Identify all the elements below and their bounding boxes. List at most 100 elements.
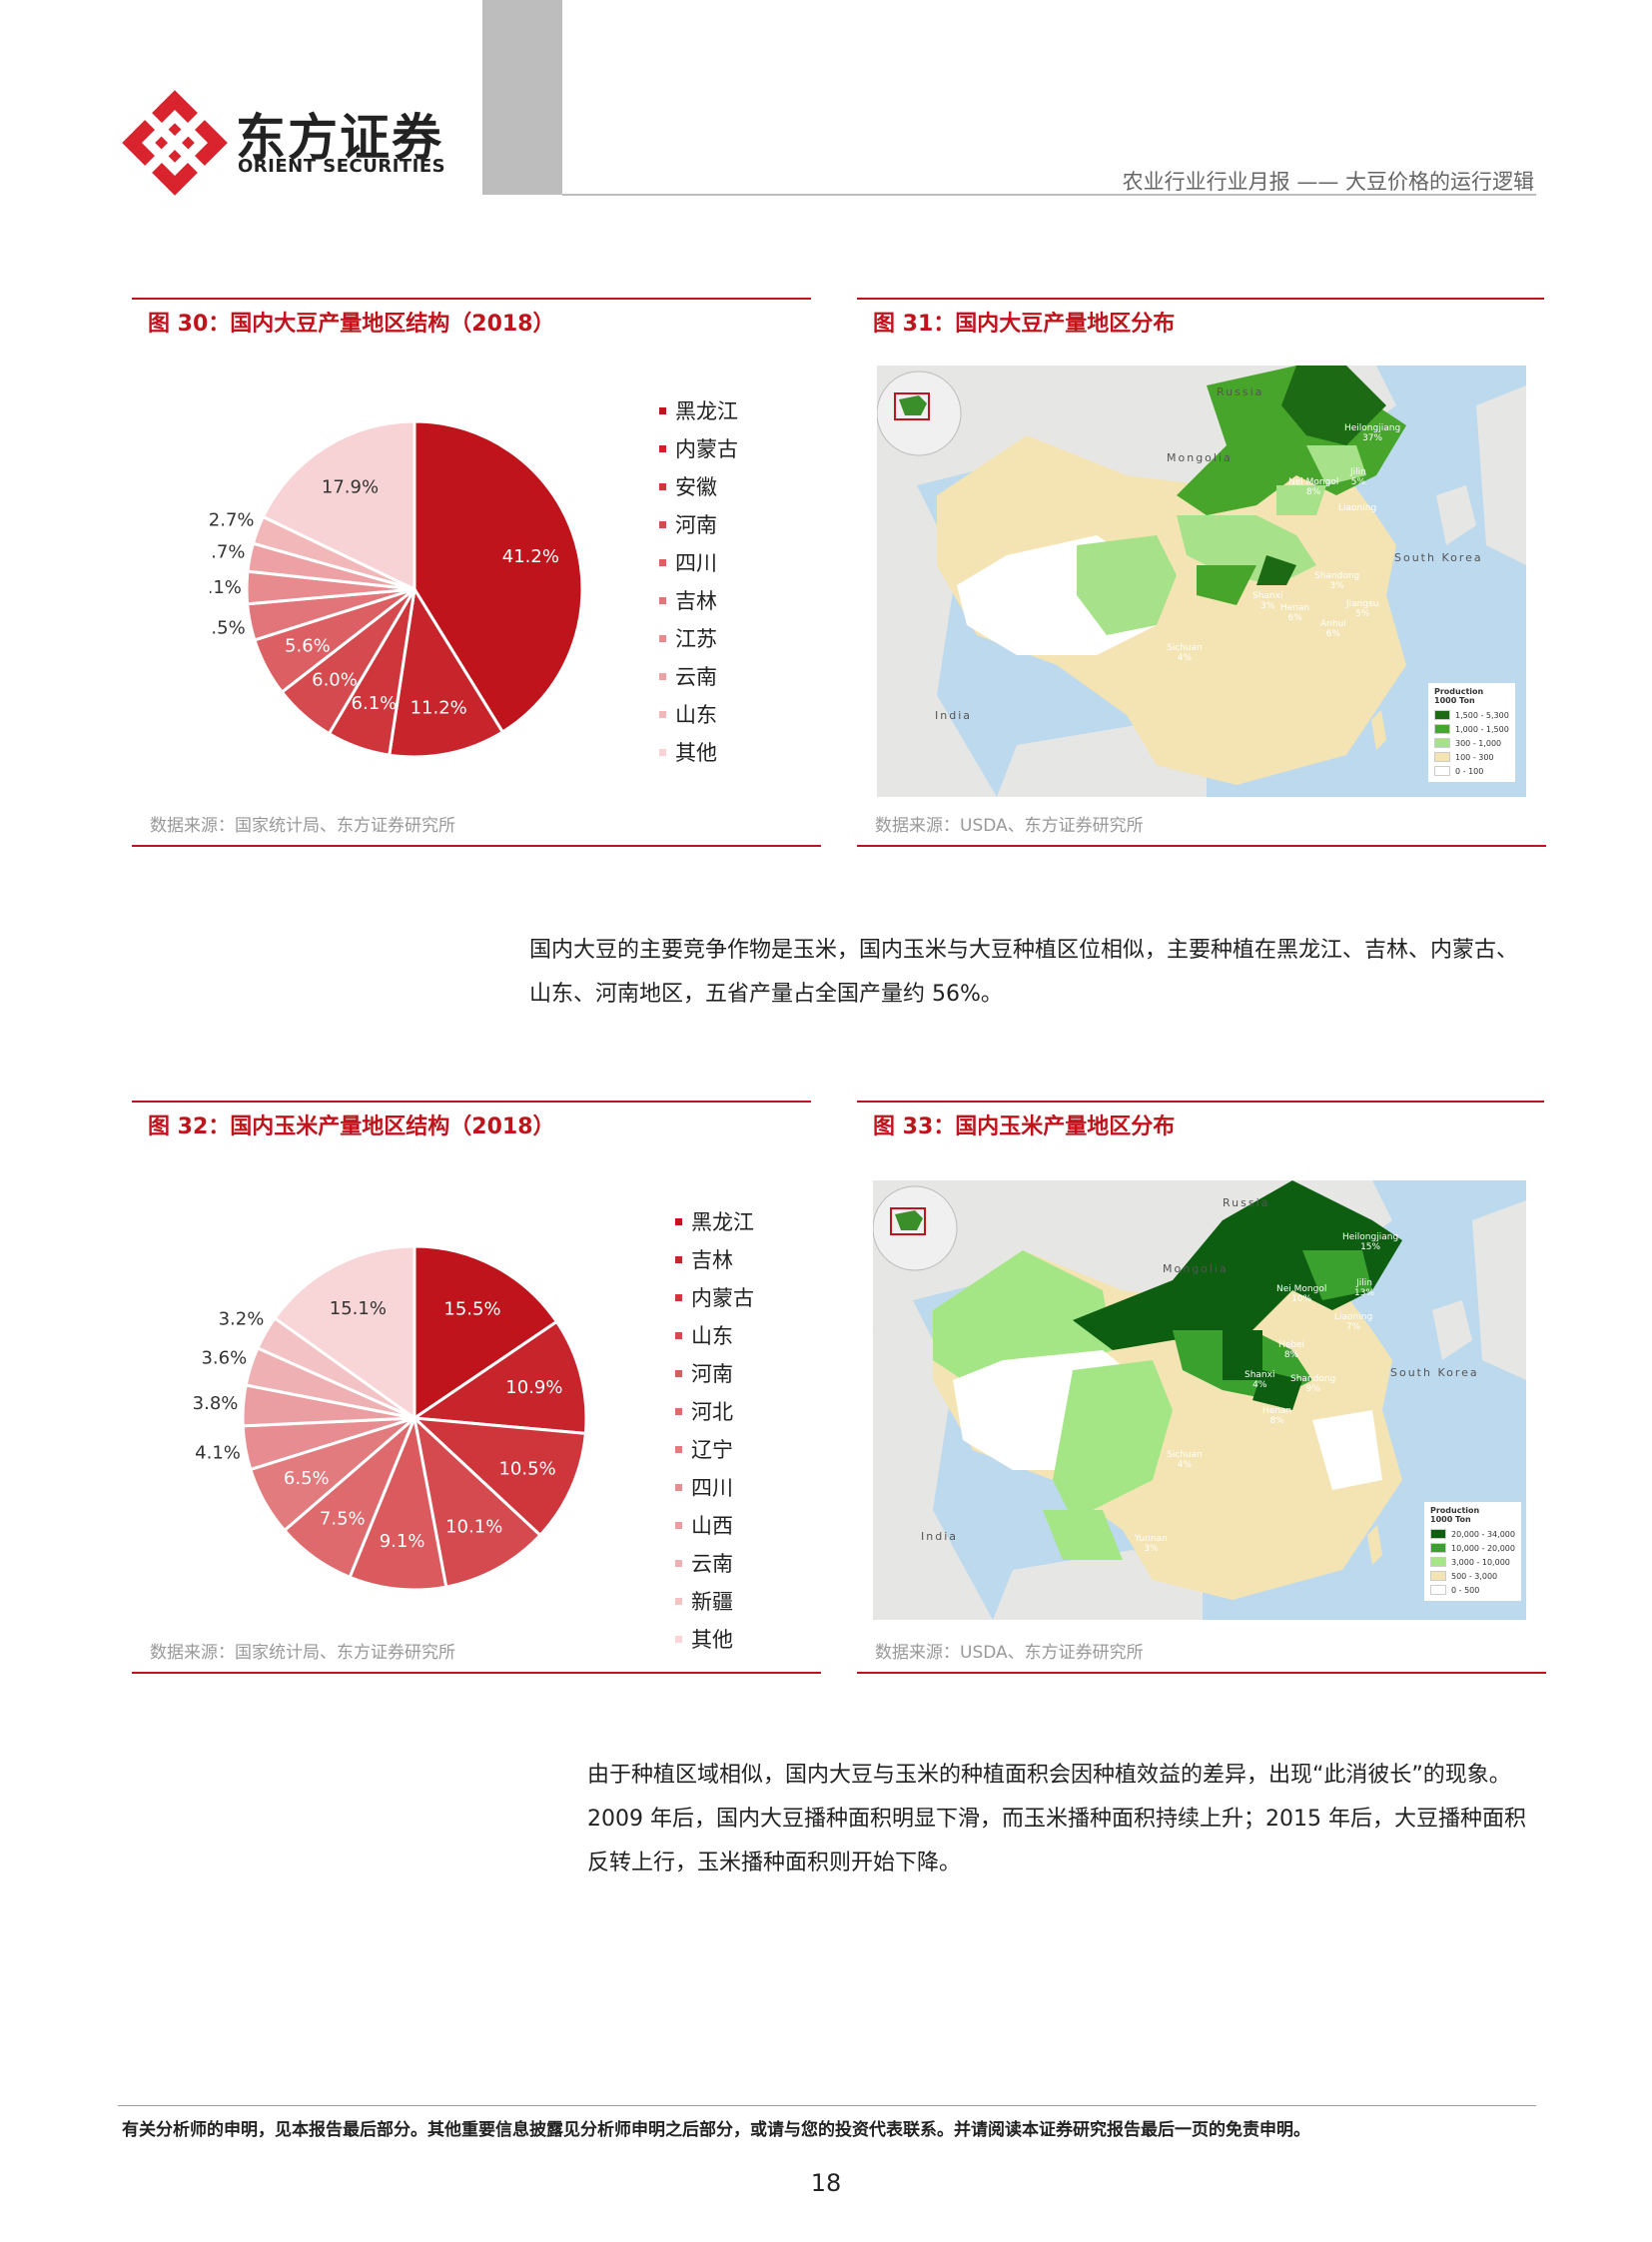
map31-jilin: Jilin 5% — [1350, 467, 1366, 487]
fig32-legend-item: 云南 — [675, 1544, 754, 1582]
map33-legend-row: 20,000 - 34,000 — [1430, 1527, 1515, 1541]
map31-legend-swatch — [1434, 752, 1450, 762]
map33-legend-row: 3,000 - 10,000 — [1430, 1555, 1515, 1569]
map31-mongolia-label: Mongolia — [1167, 451, 1233, 464]
map31-liaoning: Liaoning — [1338, 503, 1377, 513]
fig30-legend-label: 云南 — [675, 665, 717, 689]
map33-nei-mongol: Nei Mongol 10% — [1276, 1284, 1327, 1304]
fig32-legend-item: 辽宁 — [675, 1430, 754, 1468]
fig32-slice-label-9: 3.6% — [201, 1348, 247, 1369]
fig33-title: 图 33：国内玉米产量地区分布 — [873, 1115, 1176, 1139]
map31-legend-label: 300 - 1,000 — [1455, 738, 1502, 748]
map31-legend-swatch — [1434, 738, 1450, 748]
fig32-legend-swatch — [675, 1521, 682, 1529]
fig32-legend-item: 吉林 — [675, 1240, 754, 1278]
fig31-source: 数据来源：USDA、东方证券研究所 — [875, 816, 1144, 836]
header-grey-bar — [482, 0, 562, 195]
map31-legend-label: 1,500 - 5,300 — [1455, 710, 1509, 720]
fig30-slice-label-2: 6.1% — [352, 693, 398, 714]
map31-legend-row: 0 - 100 — [1434, 764, 1509, 778]
fig32-legend-swatch — [675, 1407, 682, 1415]
map33-legend-row: 10,000 - 20,000 — [1430, 1541, 1515, 1555]
fig32-legend-swatch — [675, 1483, 682, 1491]
fig30-legend-label: 吉林 — [675, 589, 717, 613]
fig30-legend-label: 河南 — [675, 513, 717, 537]
fig32-legend-item: 四川 — [675, 1468, 754, 1506]
map31-anhui: Anhui 6% — [1320, 619, 1346, 639]
map33-shandong: Shandong 9% — [1290, 1374, 1336, 1394]
fig30-legend-swatch — [659, 406, 666, 414]
fig32-legend-label: 四川 — [691, 1476, 733, 1500]
fig32-legend-label: 山东 — [691, 1324, 733, 1348]
fig30-slice-label-3: 6.0% — [312, 670, 358, 691]
fig30-slice-label-0: 41.2% — [502, 546, 559, 567]
map33-legend-swatch — [1430, 1557, 1446, 1567]
fig32-legend-item: 山东 — [675, 1316, 754, 1354]
fig30-slice-label-9: 17.9% — [322, 477, 379, 498]
map33-russia-label: Russia — [1223, 1196, 1270, 1209]
fig32-slice-label-0: 15.5% — [443, 1299, 500, 1320]
map33-legend-swatch — [1430, 1543, 1446, 1553]
map31-legend-row: 1,500 - 5,300 — [1434, 708, 1509, 722]
fig32-slice-label-8: 3.8% — [193, 1393, 239, 1414]
fig30-legend-swatch — [659, 634, 666, 642]
map33-legend-title: Production 1000 Ton — [1430, 1506, 1480, 1524]
fig32-pie-chart: 15.5% 10.9% 10.5% 10.1% 9.1% 7.5% 6.5% 4.1% 3.8%… — [193, 1244, 588, 1592]
fig32-legend-swatch — [675, 1217, 682, 1225]
fig32-legend-label: 云南 — [691, 1552, 733, 1576]
fig31-soybean-map: Russia Mongolia India South Korea Heilon… — [877, 366, 1526, 797]
fig30-title: 图 30：国内大豆产量地区结构（2018） — [148, 312, 555, 337]
fig30-top-rule — [132, 298, 811, 300]
map33-legend-label: 0 - 500 — [1451, 1585, 1480, 1595]
map33-mongolia-label: Mongolia — [1163, 1262, 1229, 1275]
map33-legend-label: 500 - 3,000 — [1451, 1571, 1498, 1581]
fig32-legend-label: 新疆 — [691, 1590, 733, 1614]
fig32-legend-label: 河北 — [691, 1400, 733, 1424]
fig32-slice-label-7: 4.1% — [195, 1443, 241, 1464]
map31-legend: Production 1000 Ton 1,500 - 5,300 1,000 - … — [1428, 683, 1515, 782]
fig30-legend-item: 云南 — [659, 657, 738, 695]
fig30-legend-swatch — [659, 558, 666, 566]
fig30-legend-item: 江苏 — [659, 619, 738, 657]
map33-sichuan: Sichuan 4% — [1167, 1450, 1203, 1470]
fig33-corn-map: Russia Mongolia India South Korea Heilon… — [873, 1180, 1526, 1620]
fig32-slice-label-1: 10.9% — [505, 1377, 562, 1398]
fig32-top-rule — [132, 1101, 811, 1103]
fig30-legend-item: 吉林 — [659, 581, 738, 619]
fig30-slice-label-1: 11.2% — [411, 698, 467, 719]
fig31-bottom-rule — [857, 845, 1546, 847]
map33-india-label: India — [921, 1530, 958, 1543]
map31-legend-label: 1,000 - 1,500 — [1455, 724, 1509, 734]
map33-henan: Henan 8% — [1262, 1406, 1292, 1426]
map31-legend-swatch — [1434, 710, 1450, 720]
page-number: 18 — [810, 2169, 842, 2197]
fig30-legend-label: 安徽 — [675, 475, 717, 499]
fig30-legend-swatch — [659, 672, 666, 680]
map31-legend-row: 300 - 1,000 — [1434, 736, 1509, 750]
fig32-legend-swatch — [675, 1293, 682, 1301]
fig30-legend-swatch — [659, 444, 666, 452]
fig32-legend-label: 河南 — [691, 1362, 733, 1386]
fig32-legend-swatch — [675, 1369, 682, 1377]
fig30-legend-swatch — [659, 482, 666, 490]
fig32-legend-label: 内蒙古 — [691, 1286, 754, 1310]
fig30-legend-swatch — [659, 748, 666, 756]
fig30-pie-chart: 41.2% 11.2% 6.1%6.0% 5.6% 3.5% 3.1% 2.7% 2.7% 17… — [210, 419, 584, 759]
fig32-legend-item: 其他 — [675, 1620, 754, 1658]
fig30-slice-label-6: 3.1% — [210, 577, 242, 598]
fig30-legend-label: 四川 — [675, 551, 717, 575]
fig32-legend-label: 山西 — [691, 1514, 733, 1538]
fig32-slice-label-3: 10.1% — [445, 1516, 502, 1537]
fig32-title: 图 32：国内玉米产量地区结构（2018） — [148, 1115, 555, 1139]
fig30-legend-label: 江苏 — [675, 627, 717, 651]
map31-heilongjiang: Heilongjiang 37% — [1344, 423, 1401, 443]
fig30-legend-label: 内蒙古 — [675, 437, 738, 461]
fig32-legend-item: 内蒙古 — [675, 1278, 754, 1316]
fig30-slice-label-5: 3.5% — [210, 618, 246, 639]
fig30-slice-label-8: 2.7% — [210, 510, 255, 531]
fig32-source: 数据来源：国家统计局、东方证券研究所 — [150, 1643, 455, 1663]
paragraph-2: 由于种植区域相似，国内大豆与玉米的种植面积会因种植效益的差异，出现“此消彼长”的… — [587, 1763, 1526, 1875]
map31-nei-mongol: Nei Mongol 8% — [1288, 477, 1339, 497]
orient-logo-icon — [122, 90, 228, 196]
map31-legend-swatch — [1434, 766, 1450, 776]
